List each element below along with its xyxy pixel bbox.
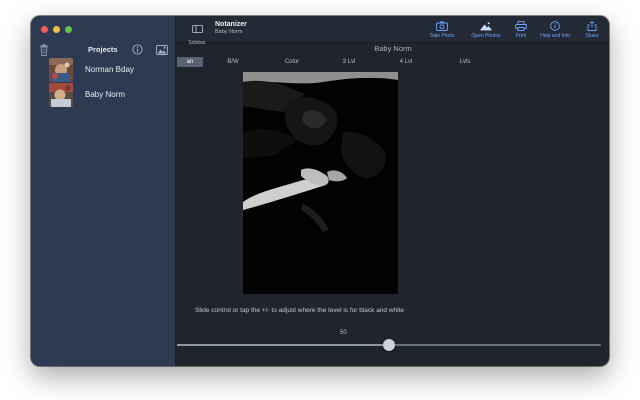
- minimize-window-button[interactable]: [53, 26, 60, 33]
- zoom-window-button[interactable]: [65, 26, 72, 33]
- project-item-norman-bday[interactable]: Norman Bday: [31, 58, 176, 83]
- take-photo-label: Take Photo: [429, 33, 455, 39]
- print-button[interactable]: Print: [511, 21, 531, 39]
- app-window: Projects Norman Bday Baby Norm Sidebar N…: [31, 16, 609, 366]
- app-title: Notanizer Baby Norm: [215, 21, 247, 35]
- printer-icon: [515, 21, 527, 31]
- slider-hint-text: Slide control or tap the +/- to adjust w…: [195, 307, 405, 314]
- project-item-baby-norm[interactable]: Baby Norm: [31, 83, 176, 108]
- app-name: Notanizer: [215, 21, 247, 28]
- mode-tab-levels[interactable]: Lvls: [452, 57, 478, 67]
- slider-fill: [177, 344, 389, 346]
- sidebar: Projects Norman Bday Baby Norm: [31, 16, 176, 366]
- info-icon[interactable]: [132, 44, 143, 55]
- project-thumbnail: [49, 58, 73, 82]
- sidebar-title: Projects: [88, 45, 118, 54]
- share-button[interactable]: Share: [581, 21, 603, 39]
- threshold-slider[interactable]: [177, 338, 601, 352]
- notan-photo-preview: [243, 72, 398, 294]
- mode-tab-bw[interactable]: B/W: [221, 57, 245, 67]
- document-title: Baby Norm: [374, 44, 412, 53]
- open-photos-label: Open Photos: [471, 33, 501, 39]
- info-icon: [550, 21, 560, 31]
- photos-icon: [480, 22, 492, 31]
- mode-selector: an B/W Color 3 Lvl 4 Lvl Lvls: [177, 57, 609, 67]
- slider-value-label: 50: [340, 330, 347, 336]
- sidebar-toggle-button[interactable]: Sidebar: [184, 20, 210, 46]
- project-list: Norman Bday Baby Norm: [31, 58, 176, 108]
- sidebar-icon: [191, 25, 203, 33]
- photos-icon[interactable]: [156, 45, 168, 55]
- project-label: Norman Bday: [85, 65, 134, 74]
- main-area: Sidebar Notanizer Baby Norm Take Photo O…: [177, 16, 609, 366]
- mode-tab-3-levels[interactable]: 3 Lvl: [336, 57, 362, 67]
- camera-icon: [436, 21, 448, 31]
- slider-knob[interactable]: [383, 339, 395, 351]
- help-info-button[interactable]: Help and Info: [534, 21, 576, 39]
- print-label: Print: [515, 33, 527, 39]
- project-thumbnail: [49, 83, 73, 107]
- sidebar-header: Projects: [31, 43, 176, 57]
- mode-tab-4-levels[interactable]: 4 Lvl: [393, 57, 419, 67]
- mode-tab-color[interactable]: Color: [279, 57, 305, 67]
- share-label: Share: [585, 33, 599, 39]
- window-controls: [41, 26, 72, 33]
- share-icon: [587, 21, 597, 31]
- take-photo-button[interactable]: Take Photo: [424, 21, 460, 39]
- close-window-button[interactable]: [41, 26, 48, 33]
- current-project-name: Baby Norm: [215, 29, 243, 35]
- open-photos-button[interactable]: Open Photos: [465, 21, 507, 39]
- mode-tab-notan[interactable]: an: [177, 57, 203, 67]
- project-label: Baby Norm: [85, 90, 126, 99]
- toolbar: Sidebar Notanizer Baby Norm Take Photo O…: [177, 16, 609, 46]
- trash-icon[interactable]: [39, 44, 49, 56]
- help-info-label: Help and Info: [540, 33, 570, 39]
